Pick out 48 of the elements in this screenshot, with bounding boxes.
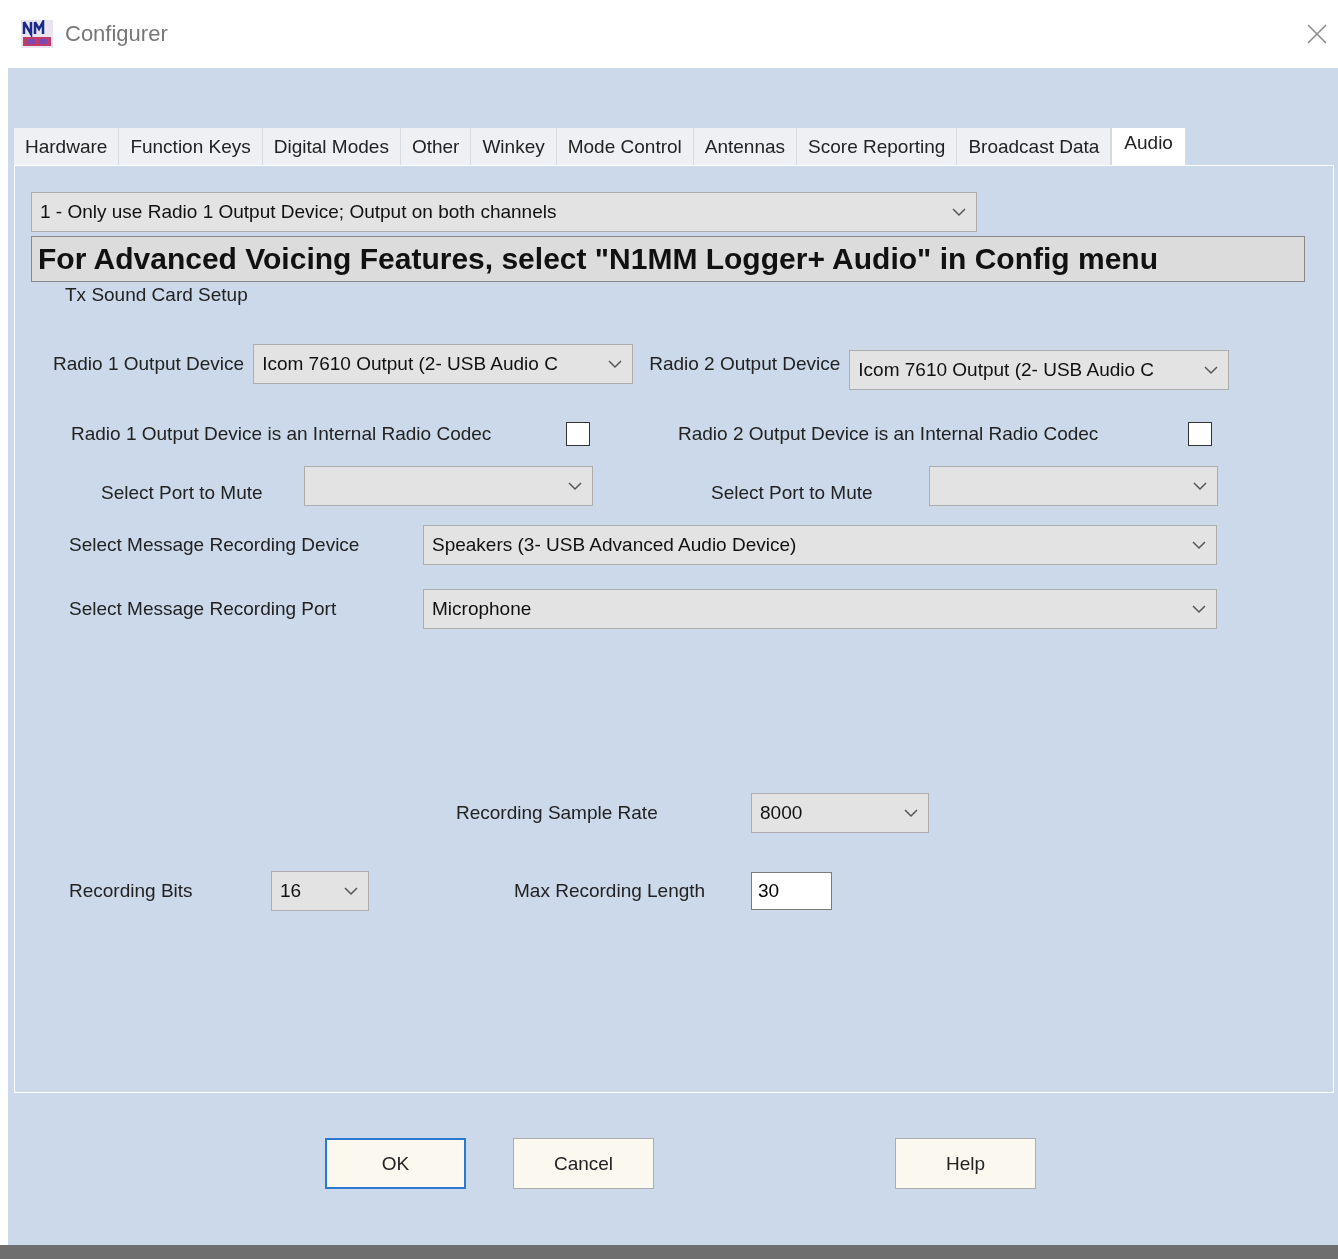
dialog-button[interactable]: Help <box>895 1138 1036 1189</box>
tab[interactable]: Winkey <box>471 128 557 165</box>
bits-dropdown[interactable]: 16 <box>271 871 369 911</box>
field-label: Recording Sample Rate <box>456 802 659 824</box>
close-icon[interactable] <box>1306 23 1328 45</box>
checkbox-label: Radio 2 Output Device is an Internal Radio Codec <box>678 423 1100 445</box>
sample-rate-dropdown[interactable]: 8000 <box>751 793 929 833</box>
dialog-button[interactable]: OK <box>325 1138 466 1189</box>
tab[interactable]: Other <box>400 128 472 165</box>
tab[interactable]: Broadcast Data <box>957 128 1112 165</box>
app-logo-icon <box>21 20 53 48</box>
chevron-icon <box>608 359 623 369</box>
max-length-field[interactable]: 30 <box>751 872 832 910</box>
field-label: Max Recording Length <box>514 880 707 902</box>
tab[interactable]: Hardware <box>14 128 120 165</box>
banner-text: For Advanced Voicing Features, select "N1MM Logger+ Audio" in Config menu <box>31 236 1305 282</box>
field-label: Select Port to Mute <box>101 482 264 505</box>
field-label: Radio 2 Output Device <box>649 353 841 375</box>
tab[interactable]: Antennas <box>693 128 798 165</box>
field-label: Select Message Recording Port <box>69 598 338 620</box>
window-title: Configurer <box>65 21 168 47</box>
field-label: Recording Bits <box>69 880 194 902</box>
chevron-icon <box>1192 604 1206 614</box>
checkbox[interactable] <box>1188 422 1212 446</box>
chevron-icon <box>1204 365 1219 375</box>
tab[interactable]: Audio <box>1112 128 1186 165</box>
checkbox-label: Radio 1 Output Device is an Internal Radio Codec <box>71 423 493 445</box>
group-label: Tx Sound Card Setup <box>65 284 248 306</box>
field-label: Select Port to Mute <box>711 482 874 505</box>
chevron-icon <box>1193 481 1207 491</box>
mode-dropdown[interactable]: 1 - Only use Radio 1 Output Device; Output on both channels <box>31 192 977 232</box>
chevron-icon <box>344 886 358 896</box>
checkbox[interactable] <box>566 422 590 446</box>
dialog-button[interactable]: Cancel <box>513 1138 654 1189</box>
device-dropdown[interactable]: Icom 7610 Output (2- USB Audio C <box>253 344 634 384</box>
chevron-icon <box>952 207 966 217</box>
chevron-icon <box>1192 540 1206 550</box>
tab[interactable]: Mode Control <box>556 128 694 165</box>
field-label: Select Message Recording Device <box>69 534 361 556</box>
tab[interactable]: Function Keys <box>119 128 263 165</box>
device-dropdown[interactable]: Icom 7610 Output (2- USB Audio C <box>849 350 1230 390</box>
chevron-icon <box>904 808 918 818</box>
tab[interactable]: Score Reporting <box>797 128 958 165</box>
tab[interactable]: Digital Modes <box>262 128 401 165</box>
recording-port-dropdown[interactable]: Microphone <box>423 589 1217 629</box>
chevron-icon <box>568 481 582 491</box>
field-label: Radio 1 Output Device <box>53 353 245 375</box>
recording-device-dropdown[interactable]: Speakers (3- USB Advanced Audio Device) <box>423 525 1217 565</box>
